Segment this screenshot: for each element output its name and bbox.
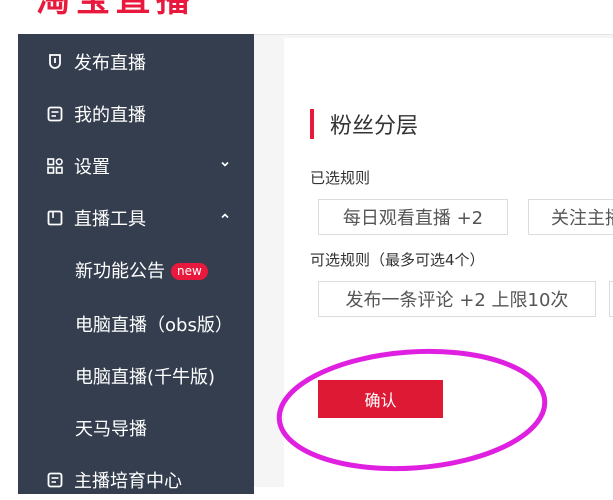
available-rule-chip[interactable]: 发布一条评论 +2 上限10次 <box>318 281 596 317</box>
sidebar-item-pc-live-obs[interactable]: 电脑直播（obs版） <box>18 304 254 344</box>
sidebar-item-tianma-director[interactable]: 天马导播 <box>18 408 254 448</box>
selected-rule-chip[interactable]: 每日观看直播 +2 <box>318 199 508 235</box>
sidebar-item-label: 直播工具 <box>74 209 146 230</box>
sidebar-item-label: 主播培育中心 <box>74 471 182 492</box>
page-title-text: 粉丝分层 <box>330 114 419 139</box>
document-icon <box>46 471 64 489</box>
sidebar-item-label: 天马导播 <box>75 419 147 440</box>
new-badge: new <box>171 263 208 280</box>
sidebar-item-label: 电脑直播(千牛版) <box>75 367 216 388</box>
chevron-up-icon <box>221 213 229 219</box>
sidebar-item-my-live[interactable]: 我的直播 <box>18 94 254 134</box>
sidebar-item-live-tools[interactable]: 直播工具 <box>18 198 254 238</box>
sidebar-item-anchor-training[interactable]: 主播培育中心 <box>18 460 254 500</box>
sidebar-item-pc-live-qianniu[interactable]: 电脑直播(千牛版) <box>18 356 254 396</box>
selected-rules-label: 已选规则 <box>310 169 371 187</box>
chevron-down-icon <box>221 161 229 167</box>
grid-settings-icon <box>46 157 64 175</box>
page-title: 粉丝分层 <box>310 108 418 140</box>
header-divider <box>254 34 613 35</box>
brand-logo-text: 淘宝直播 <box>36 0 196 20</box>
selected-rule-chip[interactable]: 关注主播 <box>528 199 613 235</box>
sidebar-item-label: 发布直播 <box>74 53 146 74</box>
sidebar: 发布直播 我的直播 设置 直播工具 新功能公告 new 电脑直播（obs版） 电脑… <box>18 34 254 494</box>
sidebar-item-publish-live[interactable]: 发布直播 <box>18 42 254 82</box>
available-rule-chip-partial[interactable] <box>609 281 613 317</box>
sidebar-item-label: 新功能公告 new <box>75 257 208 283</box>
sidebar-item-label: 电脑直播（obs版） <box>75 315 233 336</box>
sidebar-item-label: 设置 <box>74 157 110 178</box>
title-accent-bar <box>310 109 314 139</box>
sidebar-item-new-features[interactable]: 新功能公告 new <box>18 250 254 290</box>
available-rules-label: 可选规则（最多可选4个） <box>310 251 485 269</box>
sidebar-item-label-text: 新功能公告 <box>75 261 165 282</box>
brand-logo: 淘宝直播 <box>36 0 196 20</box>
window-icon <box>46 209 64 227</box>
sidebar-item-settings[interactable]: 设置 <box>18 146 254 186</box>
shield-pin-icon <box>46 53 64 71</box>
sidebar-item-label: 我的直播 <box>74 105 146 126</box>
confirm-button[interactable]: 确认 <box>318 380 443 418</box>
document-icon <box>46 105 64 123</box>
